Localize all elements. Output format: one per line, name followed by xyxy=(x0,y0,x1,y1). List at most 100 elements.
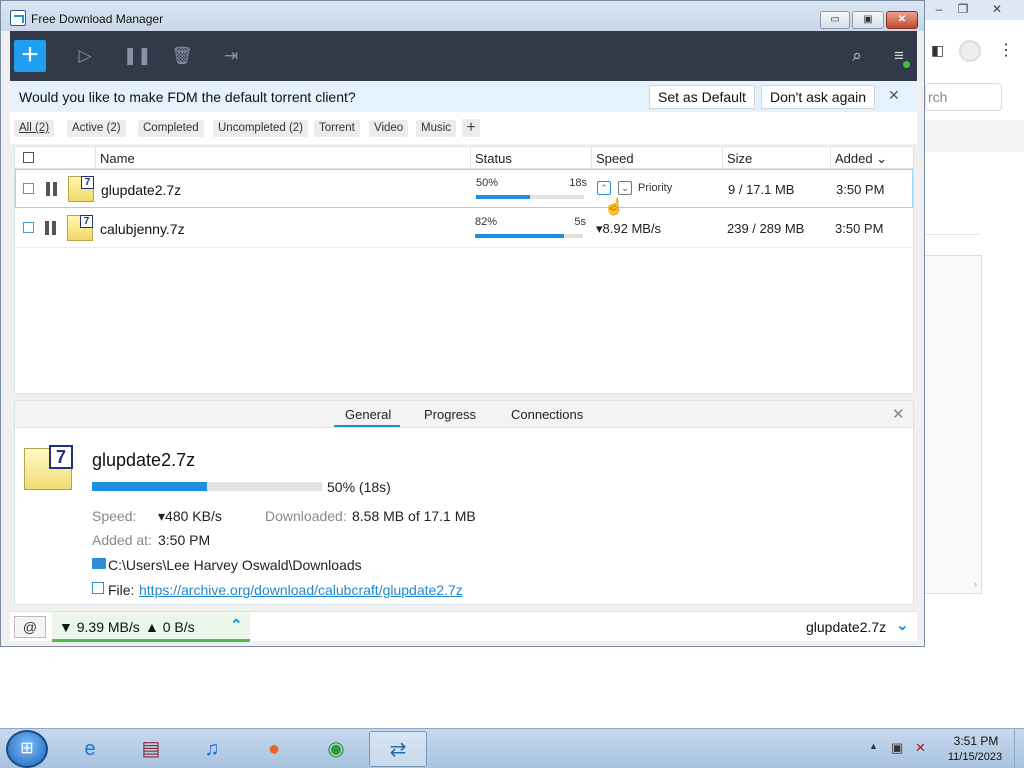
browser-search-box[interactable]: rch xyxy=(925,83,1002,111)
close-button[interactable]: ✕ xyxy=(886,11,918,29)
winrar-icon[interactable]: ▤ xyxy=(122,731,180,767)
details-progress-text: 50% (18s) xyxy=(327,479,391,495)
pause-icon[interactable] xyxy=(46,182,58,196)
priority-up-icon[interactable]: ⌃ xyxy=(597,181,611,195)
chevron-up-icon[interactable]: ⌃ xyxy=(230,616,243,634)
added-time: 3:50 PM xyxy=(835,221,884,236)
row-progress-bar xyxy=(476,195,584,199)
status-eta: 18s xyxy=(569,177,587,189)
scroll-right-icon[interactable]: › xyxy=(974,579,977,589)
browser-restore-button[interactable]: ❐ xyxy=(952,1,974,17)
status-percent: 50% xyxy=(476,177,499,189)
itunes-icon[interactable]: ♫ xyxy=(183,731,241,767)
close-icon[interactable]: ✕ xyxy=(888,87,900,104)
filter-tab-music[interactable]: Music xyxy=(416,120,457,137)
clock-time[interactable]: 3:51 PM xyxy=(946,734,1006,748)
downloaded-value: 8.58 MB of 17.1 MB xyxy=(352,508,476,524)
fdm-icon[interactable]: ⇄ xyxy=(369,731,427,767)
active-tab-indicator xyxy=(334,425,400,427)
browser-titlebar: – ❐ ✕ xyxy=(925,0,1024,20)
pause-all-icon[interactable]: ❚❚ xyxy=(123,46,152,66)
maximize-button[interactable]: ▣ xyxy=(852,11,884,29)
column-header-name[interactable]: Name xyxy=(100,151,135,166)
snail-icon[interactable]: @ xyxy=(14,616,46,638)
filter-tab-all[interactable]: All (2) xyxy=(14,120,55,137)
folder-icon[interactable] xyxy=(92,558,106,569)
details-progress-bar xyxy=(92,482,322,491)
more-menu-icon[interactable]: ⋮ xyxy=(998,40,1014,60)
downloaded-label: Downloaded: xyxy=(265,508,347,524)
filter-tab-torrent[interactable]: Torrent xyxy=(314,120,360,137)
download-row[interactable]: 7 glupdate2.7z 50% 18s ⌃ ⌄ Priority 9 / … xyxy=(15,169,913,216)
external-link-icon[interactable] xyxy=(92,582,104,594)
added-label: Added at: xyxy=(92,532,152,548)
speed-summary[interactable]: ▼ 9.39 MB/s ▲ 0 B/s ⌃ xyxy=(52,612,250,642)
move-folder-icon[interactable]: ⇥ xyxy=(220,46,242,66)
search-icon[interactable]: ⌕ xyxy=(846,46,868,66)
set-as-default-button[interactable]: Set as Default xyxy=(649,85,755,109)
download-list: Name Status Speed Size Added ⌄ 7 glupdat… xyxy=(14,146,914,394)
file-url-link[interactable]: https://archive.org/download/calubcraft/… xyxy=(139,582,463,598)
add-filter-button[interactable]: + xyxy=(462,119,480,137)
archive-file-icon: 7 xyxy=(68,176,94,202)
close-icon[interactable]: ✕ xyxy=(892,405,905,423)
archive-file-icon: 7 xyxy=(67,215,93,241)
chrome-icon[interactable]: ◉ xyxy=(307,731,365,767)
details-file-name: glupdate2.7z xyxy=(92,450,196,470)
dont-ask-again-button[interactable]: Don't ask again xyxy=(761,85,876,109)
row-checkbox[interactable] xyxy=(23,222,34,233)
start-button[interactable]: ⊞ xyxy=(6,730,48,768)
status-eta: 5s xyxy=(574,216,586,228)
delete-icon[interactable]: 🗑 xyxy=(171,46,193,66)
internet-explorer-icon[interactable]: e xyxy=(61,731,119,767)
chevron-down-icon[interactable]: ⌄ xyxy=(896,616,909,634)
column-separator xyxy=(591,147,592,169)
browser-close-button[interactable]: ✕ xyxy=(986,1,1008,17)
tab-connections[interactable]: Connections xyxy=(511,407,583,422)
browser-divider xyxy=(925,234,980,235)
speed-value: ▾480 KB/s xyxy=(158,508,222,524)
priority-label: Priority xyxy=(638,182,673,194)
add-download-button[interactable]: + xyxy=(14,40,46,72)
tab-progress[interactable]: Progress xyxy=(424,407,476,422)
added-value: 3:50 PM xyxy=(158,532,211,548)
speed-text: ▾8.92 MB/s xyxy=(596,221,662,236)
status-percent: 82% xyxy=(475,216,498,228)
select-all-checkbox[interactable] xyxy=(23,152,34,163)
browser-minimize-button[interactable]: – xyxy=(928,1,950,17)
row-checkbox[interactable] xyxy=(23,183,34,194)
minimize-button[interactable]: ▭ xyxy=(820,11,850,29)
filter-tab-video[interactable]: Video xyxy=(369,120,409,137)
clock-date[interactable]: 11/15/2023 xyxy=(942,751,1008,763)
tab-general[interactable]: General xyxy=(345,407,391,422)
show-hidden-icons-icon[interactable]: ▲ xyxy=(869,741,878,751)
filter-tab-active[interactable]: Active (2) xyxy=(67,120,126,137)
download-speed: ▼ 9.39 MB/s xyxy=(59,619,140,635)
download-path[interactable]: C:\Users\Lee Harvey Oswald\Downloads xyxy=(108,557,362,573)
pause-icon[interactable] xyxy=(45,221,57,235)
priority-down-icon[interactable]: ⌄ xyxy=(618,181,632,195)
browser-secondary-bar xyxy=(925,120,1024,152)
filter-tab-completed[interactable]: Completed xyxy=(138,120,204,137)
row-progress-fill xyxy=(475,234,564,238)
column-header-added[interactable]: Added ⌄ xyxy=(835,151,887,167)
current-file-name: glupdate2.7z xyxy=(806,619,887,635)
details-pane: General Progress Connections ✕ 7 glupdat… xyxy=(14,400,914,605)
firefox-icon[interactable]: ● xyxy=(245,731,303,767)
column-header-size[interactable]: Size xyxy=(727,151,752,166)
resume-icon[interactable]: ▷ xyxy=(74,46,96,66)
file-name: calubjenny.7z xyxy=(100,221,185,237)
taskbar: ⊞ e ▤ ♫ ● ◉ ⇄ ▲ ▣ ✕ 3:51 PM 11/15/2023 xyxy=(0,728,1024,768)
torrent-prompt-message: Would you like to make FDM the default t… xyxy=(19,89,356,105)
download-row[interactable]: 7 calubjenny.7z 82% 5s ▾8.92 MB/s 239 / … xyxy=(15,209,913,248)
network-icon[interactable]: ▣ xyxy=(891,740,903,756)
details-tabs: General Progress Connections ✕ xyxy=(15,401,913,428)
sidebar-panel-icon[interactable]: ◧ xyxy=(931,42,944,59)
volume-muted-icon[interactable]: ✕ xyxy=(915,740,926,756)
column-header-status[interactable]: Status xyxy=(475,151,512,166)
column-header-speed[interactable]: Speed xyxy=(596,151,634,166)
profile-avatar[interactable] xyxy=(959,40,981,62)
filter-tab-uncompleted[interactable]: Uncompleted (2) xyxy=(213,120,309,137)
show-desktop-button[interactable] xyxy=(1014,729,1024,768)
window-titlebar: Free Download Manager ▭ ▣ ✕ xyxy=(1,1,924,31)
